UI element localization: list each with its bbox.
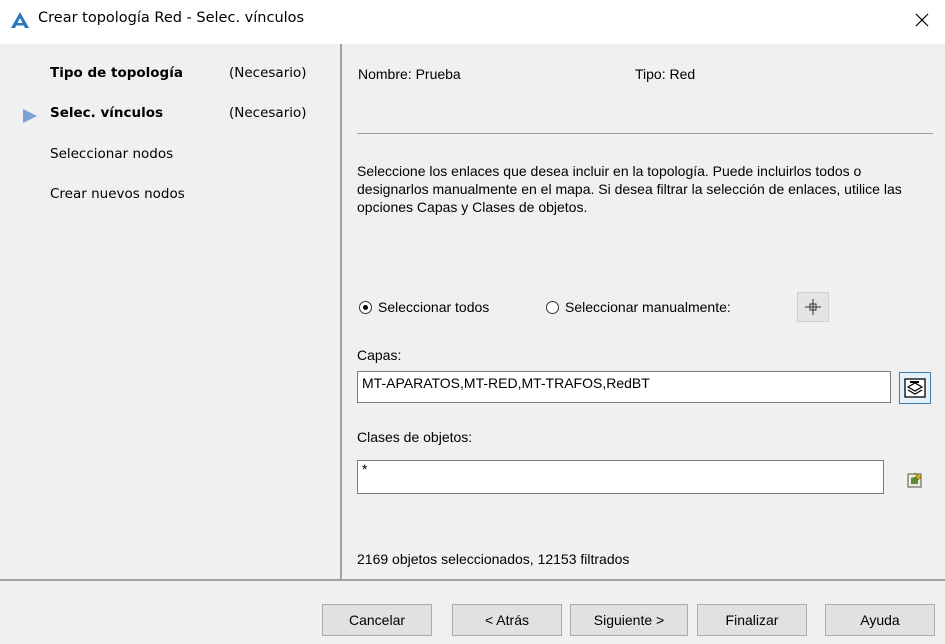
select-manually-label[interactable]: Seleccionar manualmente: <box>565 299 731 315</box>
layers-input[interactable]: MT-APARATOS,MT-RED,MT-TRAFOS,RedBT <box>357 371 891 403</box>
step-select-nodes[interactable]: Seleccionar nodos <box>50 146 173 162</box>
topology-name: Nombre: Prueba <box>358 66 461 82</box>
topology-type: Tipo: Red <box>635 66 696 82</box>
wizard-steps-panel <box>0 44 340 580</box>
cancel-button[interactable]: Cancelar <box>322 604 432 636</box>
layer-select-icon <box>904 378 926 398</box>
object-classes-browse-button[interactable] <box>899 464 931 496</box>
step-select-links[interactable]: Selec. vínculos <box>50 105 163 121</box>
next-button[interactable]: Siguiente > <box>570 604 688 636</box>
object-classes-label: Clases de objetos: <box>357 429 473 445</box>
autocad-map-app-icon <box>10 11 30 29</box>
layers-label: Capas: <box>357 347 402 363</box>
help-button[interactable]: Ayuda <box>825 604 935 636</box>
object-classes-input[interactable]: * <box>357 460 884 494</box>
selection-status-text: 2169 objetos seleccionados, 12153 filtra… <box>357 551 630 567</box>
separator-line <box>357 133 933 134</box>
step-create-new-nodes[interactable]: Crear nuevos nodos <box>50 186 185 202</box>
close-icon <box>915 13 929 27</box>
select-all-label[interactable]: Seleccionar todos <box>378 299 489 315</box>
instructions-text: Seleccione los enlaces que desea incluir… <box>357 163 902 215</box>
layers-browse-button[interactable] <box>899 372 931 404</box>
close-button[interactable] <box>899 0 945 40</box>
finish-button[interactable]: Finalizar <box>697 604 807 636</box>
select-manually-radio[interactable] <box>546 301 559 314</box>
window-title: Crear topología Red - Selec. vínculos <box>38 10 305 26</box>
select-all-radio[interactable] <box>359 301 372 314</box>
current-step-arrow-icon <box>22 108 38 124</box>
back-button[interactable]: < Atrás <box>452 604 562 636</box>
step-requirement: (Necesario) <box>229 65 307 81</box>
crosshair-icon <box>805 299 821 315</box>
title-bar: Crear topología Red - Selec. vínculos <box>0 0 945 40</box>
pick-on-map-button[interactable] <box>797 292 829 322</box>
step-requirement: (Necesario) <box>229 105 307 121</box>
step-topology-type[interactable]: Tipo de topología <box>50 65 183 81</box>
object-class-icon <box>907 472 922 488</box>
